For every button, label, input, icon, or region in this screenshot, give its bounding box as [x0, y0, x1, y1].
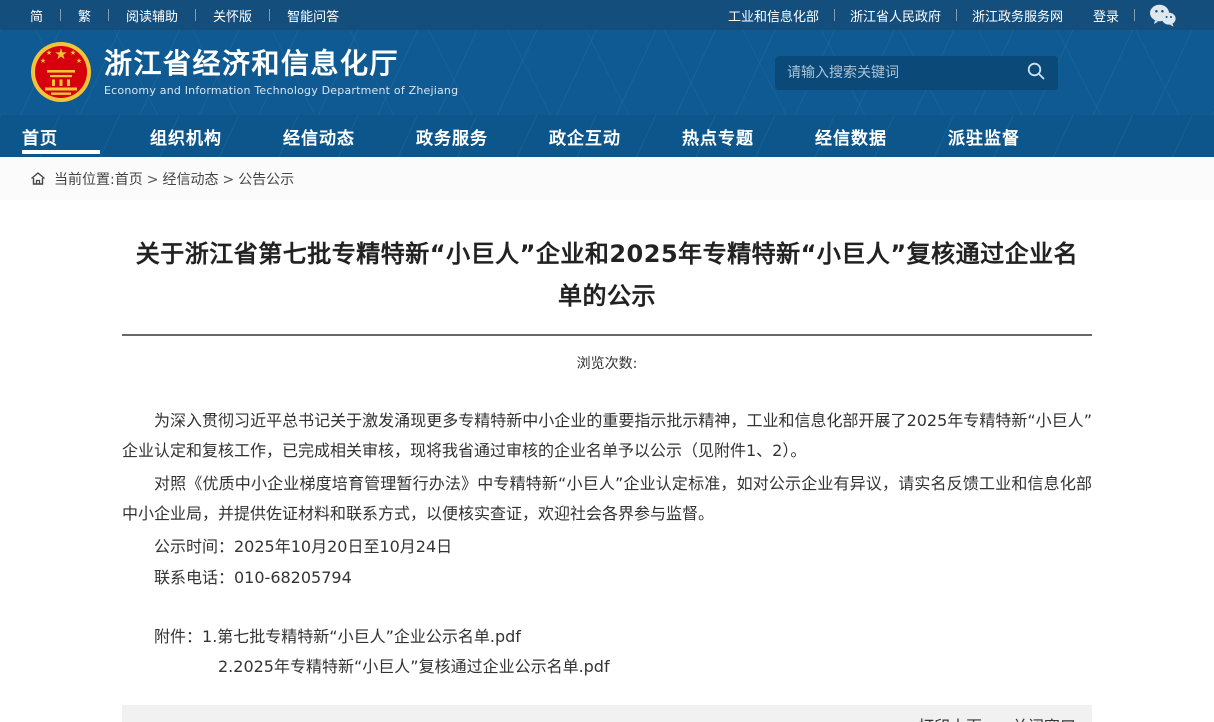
attachment-link-1[interactable]: 1.第七批专精特新“小巨人”企业公示名单.pdf [202, 627, 521, 646]
nav-item-label: 首页 [22, 124, 58, 149]
topbar-link[interactable]: 阅读辅助 [109, 6, 195, 25]
svg-text:★: ★ [40, 57, 46, 65]
wechat-icon[interactable] [1149, 4, 1176, 27]
nav-item-label: 经信动态 [283, 124, 355, 149]
attachment-row: 2.2025年专精特新“小巨人”复核通过企业公示名单.pdf [122, 652, 1092, 682]
article-paragraphs: 为深入贯彻习近平总书记关于激发涌现更多专精特新中小企业的重要指示批示精神，工业和… [122, 406, 1092, 529]
search-icon [1026, 61, 1046, 84]
nav-item[interactable]: 政企互动 [549, 115, 621, 157]
topbar-link[interactable]: 繁 [61, 6, 108, 25]
nav-item[interactable]: 派驻监督 [948, 115, 1020, 157]
breadcrumb-prefix: 当前位置: [54, 169, 115, 189]
breadcrumb-separator: > [147, 172, 159, 188]
attachment-row: 附件：1.第七批专精特新“小巨人”企业公示名单.pdf [122, 622, 1092, 652]
nav-item[interactable]: 首页 [22, 115, 58, 157]
topbar-site-links: 工业和信息化部浙江省人民政府浙江政务服务网 [728, 6, 1078, 25]
svg-text:★: ★ [70, 49, 76, 57]
svg-text:★: ★ [46, 49, 52, 57]
site-subtitle: Economy and Information Technology Depar… [104, 84, 458, 97]
national-emblem-logo: ★ ★ ★ ★ ★ [28, 40, 94, 106]
svg-text:★: ★ [54, 45, 67, 63]
breadcrumb-trail: 首页>经信动态>公告公示 [115, 169, 294, 189]
attachment-link-2[interactable]: 2.2025年专精特新“小巨人”复核通过企业公示名单.pdf [218, 657, 610, 676]
topbar-external-link[interactable]: 工业和信息化部 [728, 6, 834, 25]
nav-item[interactable]: 经信数据 [815, 115, 887, 157]
attachments-label: 附件： [154, 627, 202, 646]
site-brand[interactable]: ★ ★ ★ ★ ★ 浙江省经济和信息化厅 Economy and Informa… [28, 40, 458, 106]
article-container: 关于浙江省第七批专精特新“小巨人”企业和2025年专精特新“小巨人”复核通过企业… [122, 200, 1092, 722]
nav-item-label: 热点专题 [682, 124, 754, 149]
close-window-button[interactable]: 关闭窗口 [1012, 713, 1076, 722]
topbar-link[interactable]: 关怀版 [196, 6, 269, 25]
nav-item-label: 派驻监督 [948, 124, 1020, 149]
view-count-label: 浏览次数: [122, 353, 1092, 373]
topbar-divider [1134, 9, 1135, 21]
article-paragraph: 对照《优质中小企业梯度培育管理暂行办法》中专精特新“小巨人”企业认定标准，如对公… [122, 469, 1092, 529]
home-icon [30, 171, 46, 186]
nav-item-label: 政务服务 [416, 124, 488, 149]
page-actions-bar: 打印本页 关闭窗口 [122, 705, 1092, 722]
topbar-link[interactable]: 智能问答 [270, 6, 356, 25]
article-body: 为深入贯彻习近平总书记关于激发涌现更多专精特新中小企业的重要指示批示精神，工业和… [122, 406, 1092, 682]
nav-item-label: 政企互动 [549, 124, 621, 149]
publicity-time-line: 公示时间：2025年10月20日至10月24日 [122, 532, 1092, 562]
svg-text:★: ★ [76, 57, 82, 65]
topbar-external-link[interactable]: 浙江省人民政府 [835, 6, 956, 25]
main-nav: 首页 组织机构 经信动态 政务服务 政企互动 热点专题 经信数据 派驻监督 [0, 115, 1214, 157]
title-divider [122, 334, 1092, 336]
breadcrumb-item[interactable]: 首页 [115, 172, 143, 188]
brand-text: 浙江省经济和信息化厅 Economy and Information Techn… [104, 48, 458, 97]
topbar-link[interactable]: 简 [30, 6, 60, 25]
topbar-right-links: 工业和信息化部浙江省人民政府浙江政务服务网 登录 [728, 4, 1176, 27]
topbar-left-links: 简繁阅读辅助关怀版智能问答 [30, 6, 356, 25]
breadcrumb-item[interactable]: 经信动态 [162, 172, 218, 188]
article-paragraph: 为深入贯彻习近平总书记关于激发涌现更多专精特新中小企业的重要指示批示精神，工业和… [122, 406, 1092, 466]
nav-item[interactable]: 经信动态 [283, 115, 355, 157]
nav-item[interactable]: 热点专题 [682, 115, 754, 157]
topbar-external-link[interactable]: 浙江政务服务网 [957, 6, 1078, 25]
breadcrumb-bar: 当前位置: 首页>经信动态>公告公示 [0, 157, 1214, 200]
site-title: 浙江省经济和信息化厅 [104, 48, 458, 80]
contact-phone-line: 联系电话：010-68205794 [122, 563, 1092, 593]
top-utility-bar: 简繁阅读辅助关怀版智能问答 工业和信息化部浙江省人民政府浙江政务服务网 登录 [0, 0, 1214, 30]
article-title: 关于浙江省第七批专精特新“小巨人”企业和2025年专精特新“小巨人”复核通过企业… [122, 233, 1092, 317]
nav-item-label: 组织机构 [150, 124, 222, 149]
login-link[interactable]: 登录 [1078, 6, 1134, 25]
breadcrumb-separator: > [222, 172, 234, 188]
nav-item-label: 经信数据 [815, 124, 887, 149]
print-page-button[interactable]: 打印本页 [918, 713, 982, 722]
search-box [775, 56, 1058, 90]
site-header: ★ ★ ★ ★ ★ 浙江省经济和信息化厅 Economy and Informa… [0, 30, 1214, 115]
breadcrumb-item[interactable]: 公告公示 [238, 172, 294, 188]
attachments-block: 附件：1.第七批专精特新“小巨人”企业公示名单.pdf 2.2025年专精特新“… [122, 622, 1092, 682]
search-input[interactable] [775, 56, 1022, 90]
search-button[interactable] [1022, 61, 1058, 84]
nav-item[interactable]: 政务服务 [416, 115, 488, 157]
nav-item[interactable]: 组织机构 [150, 115, 222, 157]
